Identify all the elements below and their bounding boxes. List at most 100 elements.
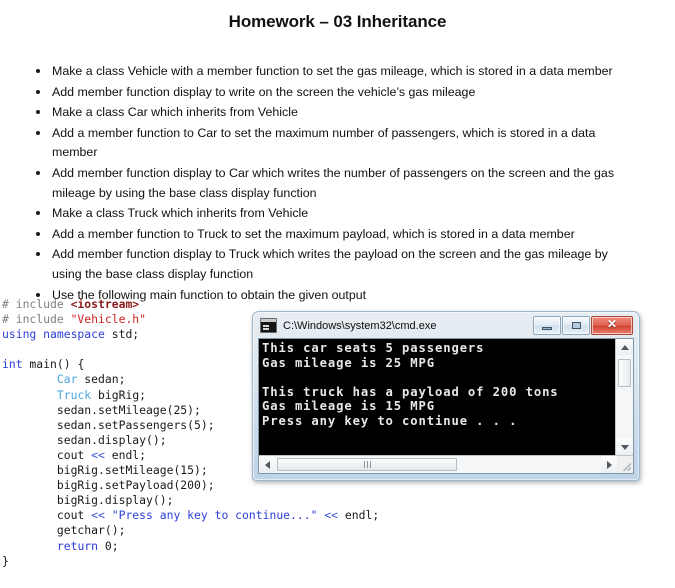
bullet-icon — [36, 69, 40, 73]
code-token: std; — [111, 327, 140, 342]
minimize-icon — [542, 327, 552, 330]
task-item: Add member function display to write on … — [36, 83, 636, 103]
code-line: bigRig.display(); — [2, 493, 252, 508]
code-token: # include — [2, 297, 71, 311]
code-token: } — [2, 553, 9, 568]
scroll-down-button[interactable] — [616, 439, 633, 455]
bullet-icon — [36, 130, 40, 135]
task-text: Add a member function to Car to set the … — [52, 125, 596, 160]
console-title-text: C:\Windows\system32\cmd.exe — [283, 319, 437, 332]
scroll-up-button[interactable] — [616, 339, 633, 355]
vertical-scroll-track[interactable] — [616, 355, 633, 439]
code-token: << — [91, 447, 105, 462]
code-token: Truck — [56, 387, 92, 402]
task-text: Make a class Truck which inherits from V… — [52, 206, 309, 221]
task-text: Add member function display to Truck whi… — [52, 247, 608, 281]
code-listing: # include <iostream> # include "Vehicle.h… — [2, 297, 379, 569]
code-line: Truck bigRig; — [2, 388, 252, 403]
bullet-icon — [36, 231, 40, 236]
console-output: This car seats 5 passengers Gas mileage … — [259, 339, 615, 455]
code-token: sedan.setPassengers(5); — [2, 417, 215, 432]
code-token: # include — [2, 312, 71, 327]
console-content-row: This car seats 5 passengers Gas mileage … — [259, 339, 633, 455]
task-text: Add member function display to Car which… — [52, 165, 615, 200]
task-item: Add member function display to Truck whi… — [36, 245, 636, 284]
code-line: Car sedan; — [2, 372, 252, 387]
code-token: << — [91, 508, 105, 523]
horizontal-scroll-track[interactable] — [275, 456, 601, 473]
window-controls: ✕ — [533, 316, 633, 335]
resize-grip[interactable] — [617, 456, 633, 473]
code-token: endl; — [104, 447, 147, 462]
bullet-icon — [36, 110, 40, 115]
code-token: main() { — [22, 357, 85, 372]
code-line: int main() { — [2, 357, 252, 372]
code-line: bigRig.setPayload(200); — [2, 478, 252, 493]
horizontal-scrollbar[interactable] — [259, 455, 633, 473]
task-item: Make a class Vehicle with a member funct… — [36, 62, 636, 82]
code-line: sedan.setPassengers(5); — [2, 418, 252, 433]
triangle-right-icon — [606, 460, 612, 469]
code-token: using namespace — [2, 327, 112, 342]
code-line: getchar(); — [2, 523, 252, 538]
code-token: return — [56, 538, 99, 553]
triangle-up-icon — [620, 344, 629, 350]
code-token: sedan.setMileage(25); — [2, 402, 201, 417]
console-titlebar[interactable]: C:\Windows\system32\cmd.exe ✕ — [253, 312, 639, 337]
task-text: Add member function display to write on … — [52, 84, 476, 99]
close-icon: ✕ — [606, 317, 618, 331]
maximize-icon — [572, 322, 581, 329]
code-token: "Press any key to continue..." — [111, 508, 318, 523]
scroll-left-button[interactable] — [259, 456, 275, 473]
code-line: return 0; — [2, 539, 252, 554]
code-line: cout << "Press any key to continue..." <… — [2, 508, 379, 523]
code-token: int — [2, 357, 23, 372]
task-text: Add a member function to Truck to set th… — [52, 226, 575, 241]
task-text: Make a class Car which inherits from Veh… — [52, 105, 298, 120]
bullet-icon — [36, 170, 40, 175]
code-token: endl; — [338, 508, 380, 523]
vertical-scroll-thumb[interactable] — [618, 359, 631, 387]
horizontal-scroll-thumb[interactable] — [277, 458, 457, 471]
code-line: cout << endl; — [2, 448, 252, 463]
code-token: bigRig; — [91, 387, 147, 402]
bullet-icon — [36, 292, 40, 297]
code-line: using namespace std; — [2, 327, 252, 342]
code-token: << — [324, 508, 339, 523]
code-token: bigRig.display(); — [2, 493, 174, 508]
grip-icon — [363, 461, 371, 468]
code-line: # include "Vehicle.h" — [2, 312, 252, 327]
code-token: getchar(); — [2, 523, 126, 538]
page-title: Homework – 03 Inheritance — [228, 12, 447, 31]
code-line: } — [2, 554, 252, 569]
task-list: Make a class Vehicle with a member funct… — [36, 62, 636, 306]
code-token: bigRig.setPayload(200); — [2, 478, 215, 493]
task-text: Make a class Vehicle with a member funct… — [52, 64, 613, 78]
code-line: bigRig.setMileage(15); — [2, 463, 252, 478]
cmd-icon — [260, 318, 277, 333]
maximize-button[interactable] — [562, 316, 590, 335]
console-window[interactable]: C:\Windows\system32\cmd.exe ✕ This car s… — [252, 311, 640, 481]
task-item: Add member function display to Car which… — [36, 164, 636, 203]
task-item: Add a member function to Car to set the … — [36, 124, 636, 163]
task-item: Add a member function to Truck to set th… — [36, 225, 636, 245]
code-token: 0; — [98, 538, 119, 553]
code-line: # include <iostream> — [2, 297, 252, 312]
minimize-button[interactable] — [533, 316, 561, 335]
triangle-left-icon — [264, 460, 270, 469]
bullet-icon — [36, 211, 40, 216]
code-token: Car — [56, 372, 78, 387]
bullet-icon — [36, 252, 40, 257]
code-line: sedan.display(); — [2, 433, 252, 448]
code-token: <iostream> — [70, 297, 140, 311]
vertical-scrollbar[interactable] — [615, 339, 633, 455]
triangle-down-icon — [620, 444, 629, 450]
bullet-icon — [36, 89, 40, 94]
code-token: cout — [2, 508, 92, 523]
close-button[interactable]: ✕ — [591, 316, 633, 335]
code-line: sedan.setMileage(25); — [2, 403, 252, 418]
scroll-right-button[interactable] — [601, 456, 617, 473]
